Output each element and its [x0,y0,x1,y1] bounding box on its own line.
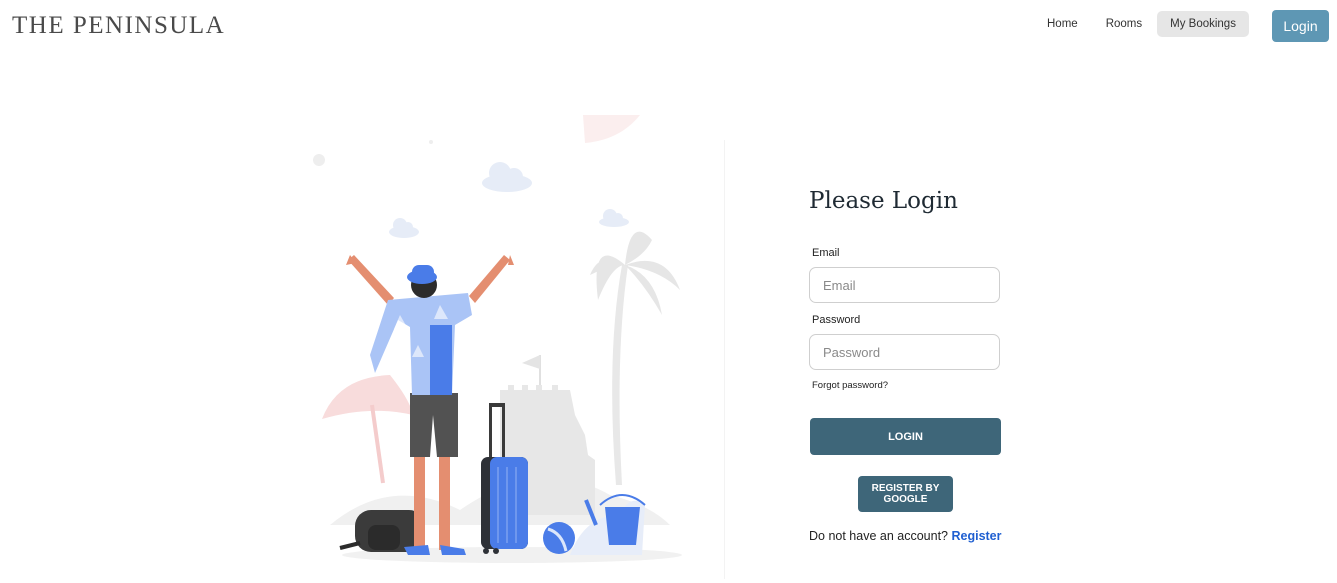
main-nav: Home Rooms My Bookings [1034,11,1251,37]
register-by-google-button[interactable]: REGISTER BY GOOGLE [858,476,953,512]
section-divider [724,140,725,579]
forgot-password-link[interactable]: Forgot password? [812,380,888,391]
nav-item-home[interactable]: Home [1034,11,1091,37]
nav-item-rooms[interactable]: Rooms [1093,11,1155,37]
register-prompt: Do not have an account? Register [809,529,1002,543]
travel-illustration [300,115,725,579]
register-link[interactable]: Register [951,529,1001,543]
traveler-illustration-image [313,115,682,563]
email-label: Email [812,247,840,259]
login-button[interactable]: LOGIN [810,418,1001,455]
scrollbar[interactable] [1329,0,1337,579]
nav-item-my-bookings[interactable]: My Bookings [1157,11,1249,37]
password-label: Password [812,314,861,326]
header-login-button[interactable]: Login [1272,10,1329,42]
brand-logo[interactable]: THE PENINSULA [12,12,225,40]
no-account-text: Do not have an account? [809,529,948,543]
email-input[interactable] [809,267,1000,303]
password-input[interactable] [809,334,1000,370]
login-title: Please Login [809,188,958,214]
